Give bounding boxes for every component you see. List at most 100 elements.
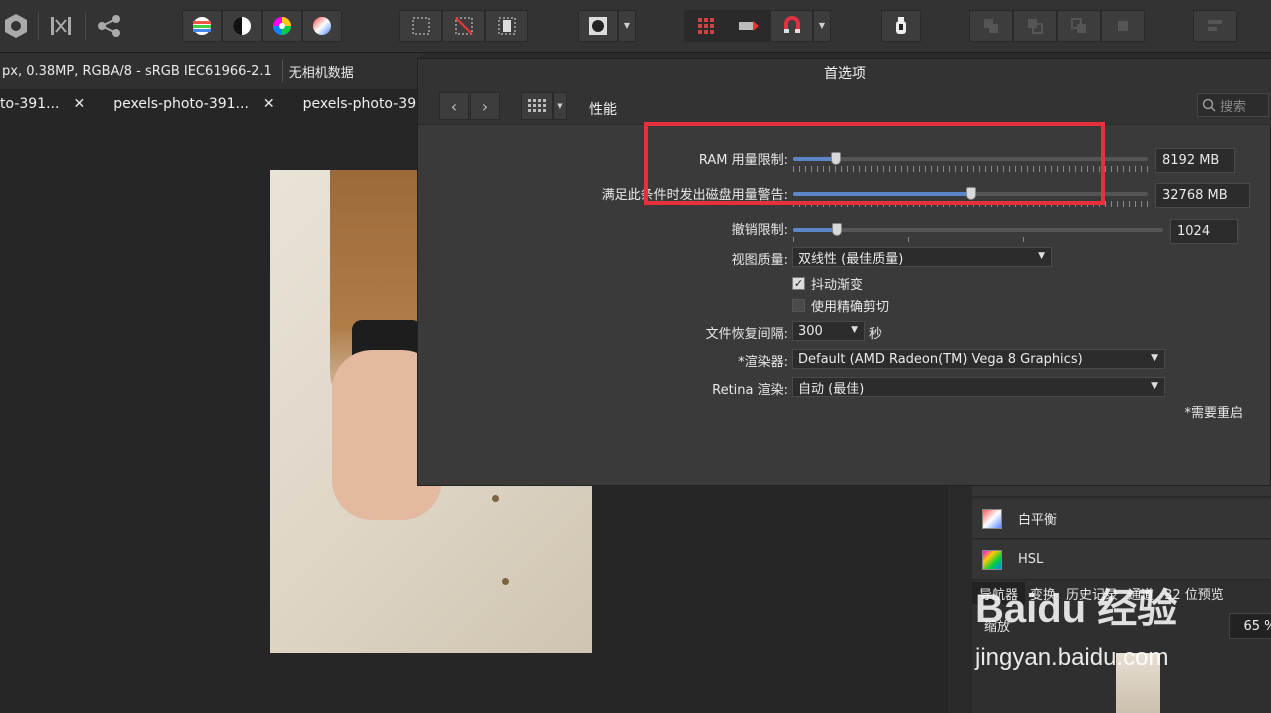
tab-transform[interactable]: 变换 [1025,584,1061,603]
arrange-back-icon[interactable] [1101,9,1145,42]
tab-document-3[interactable]: pexels-photo-391... [283,89,420,119]
mask-icon[interactable] [578,9,618,42]
search-icon [1202,98,1216,112]
navigator-thumbnail[interactable] [1116,653,1160,713]
tab-history[interactable]: 历史记录 [1061,584,1123,603]
zoom-value-field[interactable]: 65 % [1229,613,1271,639]
color-wheel-icon[interactable] [262,9,302,42]
camera-info: 无相机数据 [288,65,354,81]
deselect-icon[interactable] [442,9,485,42]
undo-limit-label: 撤销限制: [731,223,788,238]
slider-knob[interactable] [832,223,843,236]
disk-warning-value[interactable]: 32768 MB [1155,183,1250,208]
snapping-dropdown-icon[interactable]: ▼ [813,9,831,42]
marquee-select-icon[interactable] [399,9,442,42]
restart-note: *需要重启 [1184,406,1243,421]
arrange-front-icon[interactable] [969,9,1013,42]
adjustment-white-balance[interactable]: 白平衡 [972,499,1271,539]
close-icon[interactable]: ✕ [73,96,85,112]
retina-rendering-select[interactable]: 自动 (最佳) ▼ [792,377,1165,397]
chevron-down-icon: ▼ [1151,381,1158,391]
renderer-select[interactable]: Default (AMD Radeon(TM) Vega 8 Graphics)… [792,349,1165,369]
checkbox-empty-icon [792,299,805,312]
main-toolbar: ▼ ▼ [0,0,1271,53]
adjustment-hsl[interactable]: HSL [972,540,1271,580]
zoom-row: 缩放 65 % [972,611,1271,639]
levels-icon[interactable] [182,9,222,42]
chevron-left-icon: ‹ [450,96,458,116]
context-toolbar: px, 0.38MP, RGBA/8 - sRGB IEC61966-2.1 无… [0,53,420,89]
preferences-dialog: 首选项 ‹ › ▼ 性能 搜索 RAM 用量限制: 8192 MB 满足此条件时… [417,58,1271,486]
chevron-down-icon: ▼ [1038,251,1045,261]
hsl-icon [982,549,1002,570]
chevron-right-icon: › [481,96,489,116]
dither-gradients-checkbox[interactable]: ✓ 抖动渐变 [792,274,863,293]
checkbox-label: 抖动渐变 [811,278,864,293]
tab-document-1[interactable]: to-391... ✕ [0,89,93,119]
tab-label: to-391... [0,96,60,112]
checkbox-label: 使用精确剪切 [811,300,890,315]
retina-rendering-label: Retina 渲染: [712,383,788,398]
persona-develop-icon[interactable] [47,9,75,42]
tab-32bit-preview[interactable]: 32 位预览 [1159,584,1229,603]
studio-panel: 白平衡 HSL 导航器 变换 历史记录 通道 32 位预览 缩放 65 % [948,480,1271,713]
recovery-interval-label: 文件恢复间隔: [705,327,788,342]
undo-limit-slider[interactable] [793,223,1163,236]
precise-clipping-checkbox[interactable]: 使用精确剪切 [792,296,889,315]
dialog-title: 首选项 [418,59,1271,87]
forward-button[interactable]: › [470,92,500,120]
select-value: 双线性 (最佳质量) [798,251,904,267]
select-value: Default (AMD Radeon(TM) Vega 8 Graphics) [798,351,1083,367]
slider-ticks [793,237,1163,242]
recovery-interval-select[interactable]: 300 ▼ [792,321,865,341]
arrange-forward-icon[interactable] [1013,9,1057,42]
magnet-snapping-icon[interactable] [770,9,813,42]
invert-selection-icon[interactable] [485,9,528,42]
back-button[interactable]: ‹ [439,92,469,120]
document-tabs: to-391... ✕ pexels-photo-391... ✕ pexels… [0,89,420,119]
adjustment-label: HSL [1018,552,1044,567]
tab-label: pexels-photo-391... [302,96,420,112]
grid-icon [528,99,546,112]
undo-limit-value[interactable]: 1024 [1170,219,1238,244]
ram-limit-value[interactable]: 8192 MB [1155,148,1235,173]
mask-dropdown-icon[interactable]: ▼ [618,9,636,42]
annotation-highlight-box [644,122,1105,205]
select-value: 300 [798,323,823,339]
view-quality-select[interactable]: 双线性 (最佳质量) ▼ [792,247,1052,267]
tab-label: pexels-photo-391... [113,96,249,112]
document-info: px, 0.38MP, RGBA/8 - sRGB IEC61966-2.1 [2,63,272,79]
assistant-icon[interactable] [881,9,921,42]
renderer-label: *渲染器: [738,355,788,370]
black-white-icon[interactable] [222,9,262,42]
snapping-grid-icon[interactable] [684,9,727,42]
show-all-button[interactable] [521,92,553,120]
view-quality-label: 视图质量: [731,253,788,268]
tab-document-2[interactable]: pexels-photo-391... ✕ [93,89,282,119]
select-value: 自动 (最佳) [798,381,865,397]
tab-navigator[interactable]: 导航器 [972,582,1026,604]
panel-scrollbar[interactable] [948,485,972,713]
arrange-backward-icon[interactable] [1057,9,1101,42]
search-placeholder: 搜索 [1220,99,1247,115]
dialog-toolbar: ‹ › ▼ 性能 搜索 [418,87,1271,125]
checkmark-icon: ✓ [792,277,805,290]
zoom-label: 缩放 [984,619,1011,635]
panel-tab-bar: 导航器 变换 历史记录 通道 32 位预览 [972,582,1271,604]
search-input[interactable]: 搜索 [1197,93,1269,117]
slider-fill [793,228,838,232]
adjustment-label: 白平衡 [1018,513,1058,528]
snap-to-edge-icon[interactable] [727,9,770,42]
close-icon[interactable]: ✕ [263,96,275,112]
recovery-unit: 秒 [869,327,883,342]
chevron-down-icon: ▼ [1151,353,1158,363]
chevron-down-icon: ▼ [851,325,858,335]
section-title: 性能 [589,102,617,118]
chevron-down-icon[interactable]: ▼ [553,92,567,120]
tab-channels[interactable]: 通道 [1123,584,1159,603]
share-icon[interactable] [95,9,123,42]
align-icon[interactable] [1193,9,1237,42]
white-balance-icon[interactable] [302,9,342,42]
persona-photo-icon[interactable] [2,9,30,42]
white-balance-icon [982,508,1002,529]
